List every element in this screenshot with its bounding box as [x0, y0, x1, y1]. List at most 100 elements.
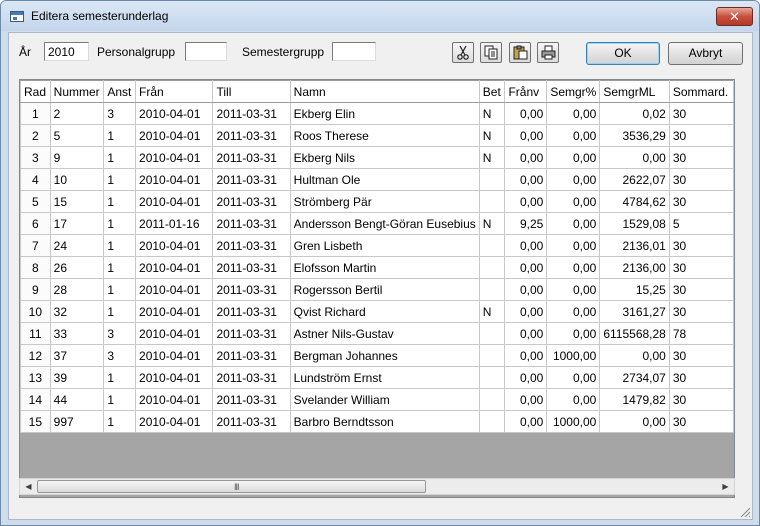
table-cell[interactable]: 1479,82: [599, 388, 670, 411]
column-header[interactable]: Rad: [20, 80, 51, 103]
table-row[interactable]: 15 997 1 2010-04-01 2011-03-31 Barbro Berndts…: [20, 410, 734, 433]
table-cell[interactable]: 2011-03-31: [212, 124, 291, 147]
table-cell[interactable]: 1: [103, 256, 137, 279]
column-header[interactable]: Nummer: [49, 80, 105, 103]
table-cell[interactable]: 2011-03-31: [212, 212, 291, 235]
table-cell[interactable]: 1: [103, 388, 137, 411]
table-cell[interactable]: 0,00: [546, 190, 601, 213]
table-cell[interactable]: 30: [668, 256, 734, 279]
table-cell[interactable]: 2011-03-31: [212, 234, 291, 257]
table-cell[interactable]: 997: [49, 410, 105, 433]
table-cell[interactable]: [478, 256, 506, 279]
table-cell[interactable]: 2010-04-01: [135, 388, 214, 411]
table-cell[interactable]: Barbro Berndtsson: [289, 410, 480, 433]
table-cell[interactable]: 2136,00: [599, 256, 670, 279]
table-cell[interactable]: 2011-03-31: [212, 256, 291, 279]
table-cell[interactable]: 0,00: [546, 102, 601, 125]
table-cell[interactable]: 0,00: [504, 168, 548, 191]
table-cell[interactable]: 30: [668, 102, 734, 125]
table-cell[interactable]: 24: [49, 234, 105, 257]
table-cell[interactable]: 30: [668, 234, 734, 257]
table-cell[interactable]: 4784,62: [599, 190, 670, 213]
table-cell[interactable]: 78: [668, 322, 734, 345]
table-cell[interactable]: [478, 388, 506, 411]
table-cell[interactable]: 0,00: [599, 410, 670, 433]
table-cell[interactable]: 2011-03-31: [212, 344, 291, 367]
table-cell[interactable]: 10: [49, 168, 105, 191]
table-cell[interactable]: 15: [20, 410, 51, 433]
table-cell[interactable]: 0,00: [546, 322, 601, 345]
table-cell[interactable]: 1: [103, 124, 137, 147]
table-cell[interactable]: N: [478, 300, 506, 323]
table-cell[interactable]: 2011-03-31: [212, 322, 291, 345]
table-cell[interactable]: 30: [668, 146, 734, 169]
table-cell[interactable]: 1: [103, 278, 137, 301]
table-cell[interactable]: 26: [49, 256, 105, 279]
table-row[interactable]: 9 28 1 2010-04-01 2011-03-31 Rogersson Bertil…: [20, 278, 734, 301]
table-row[interactable]: 3 9 1 2010-04-01 2011-03-31 Ekberg Nils N 0,00 0…: [20, 146, 734, 169]
table-cell[interactable]: 2011-01-16: [135, 212, 214, 235]
table-cell[interactable]: Gren Lisbeth: [289, 234, 480, 257]
table-row[interactable]: 10 32 1 2010-04-01 2011-03-31 Qvist Richard N 0…: [20, 300, 734, 323]
table-cell[interactable]: 1: [103, 300, 137, 323]
table-cell[interactable]: 2010-04-01: [135, 146, 214, 169]
table-cell[interactable]: 2010-04-01: [135, 234, 214, 257]
table-cell[interactable]: 0,00: [546, 212, 601, 235]
column-header[interactable]: Bet: [478, 80, 506, 103]
table-cell[interactable]: 1: [103, 410, 137, 433]
table-cell[interactable]: 0,00: [546, 234, 601, 257]
column-header[interactable]: Till: [212, 80, 291, 103]
table-cell[interactable]: Svelander William: [289, 388, 480, 411]
table-cell[interactable]: 30: [668, 168, 734, 191]
semestergroup-input[interactable]: [332, 42, 376, 61]
table-cell[interactable]: 0,00: [546, 366, 601, 389]
table-cell[interactable]: 0,00: [546, 388, 601, 411]
table-cell[interactable]: 14: [20, 388, 51, 411]
table-cell[interactable]: 0,00: [504, 146, 548, 169]
table-row[interactable]: 5 15 1 2010-04-01 2011-03-31 Strömberg Pär 0,0…: [20, 190, 734, 213]
table-cell[interactable]: 44: [49, 388, 105, 411]
table-cell[interactable]: N: [478, 212, 506, 235]
table-cell[interactable]: 1: [20, 102, 51, 125]
table-cell[interactable]: 2011-03-31: [212, 366, 291, 389]
table-cell[interactable]: 2622,07: [599, 168, 670, 191]
table-cell[interactable]: 2010-04-01: [135, 322, 214, 345]
table-row[interactable]: 14 44 1 2010-04-01 2011-03-31 Svelander Willi…: [20, 388, 734, 411]
table-row[interactable]: 8 26 1 2010-04-01 2011-03-31 Elofsson Martin 0…: [20, 256, 734, 279]
table-cell[interactable]: 12: [20, 344, 51, 367]
table-cell[interactable]: 0,00: [546, 124, 601, 147]
table-cell[interactable]: 2734,07: [599, 366, 670, 389]
table-cell[interactable]: [478, 344, 506, 367]
table-row[interactable]: 4 10 1 2010-04-01 2011-03-31 Hultman Ole 0,00 0…: [20, 168, 734, 191]
table-cell[interactable]: 0,00: [546, 168, 601, 191]
table-cell[interactable]: 2011-03-31: [212, 168, 291, 191]
table-cell[interactable]: Hultman Ole: [289, 168, 480, 191]
table-cell[interactable]: 0,00: [504, 190, 548, 213]
table-cell[interactable]: 1000,00: [546, 410, 601, 433]
column-header[interactable]: Frånv: [504, 80, 548, 103]
personalgroup-input[interactable]: [185, 42, 227, 61]
table-cell[interactable]: [478, 322, 506, 345]
table-cell[interactable]: 5: [20, 190, 51, 213]
table-cell[interactable]: 3: [103, 322, 137, 345]
table-cell[interactable]: 15: [49, 190, 105, 213]
table-cell[interactable]: 2011-03-31: [212, 190, 291, 213]
horizontal-scrollbar[interactable]: ◀ III ▶: [19, 478, 735, 495]
table-cell[interactable]: 7: [20, 234, 51, 257]
table-cell[interactable]: 5: [49, 124, 105, 147]
resize-grip-icon[interactable]: [739, 506, 751, 518]
table-cell[interactable]: 1: [103, 366, 137, 389]
table-cell[interactable]: 2011-03-31: [212, 388, 291, 411]
table-cell[interactable]: 0,00: [504, 344, 548, 367]
table-cell[interactable]: Bergman Johannes: [289, 344, 480, 367]
table-cell[interactable]: 0,02: [599, 102, 670, 125]
table-cell[interactable]: 30: [668, 300, 734, 323]
cancel-button[interactable]: Avbryt: [668, 42, 743, 65]
data-grid[interactable]: Rad Nummer Anst Från Till Namn Bet Frånv Semgr% S…: [19, 79, 735, 498]
table-cell[interactable]: [478, 278, 506, 301]
table-cell[interactable]: 30: [668, 344, 734, 367]
year-input[interactable]: 2010: [44, 42, 89, 61]
table-cell[interactable]: 2010-04-01: [135, 190, 214, 213]
table-row[interactable]: 12 37 3 2010-04-01 2011-03-31 Bergman Johanne…: [20, 344, 734, 367]
table-cell[interactable]: Ekberg Elin: [289, 102, 480, 125]
